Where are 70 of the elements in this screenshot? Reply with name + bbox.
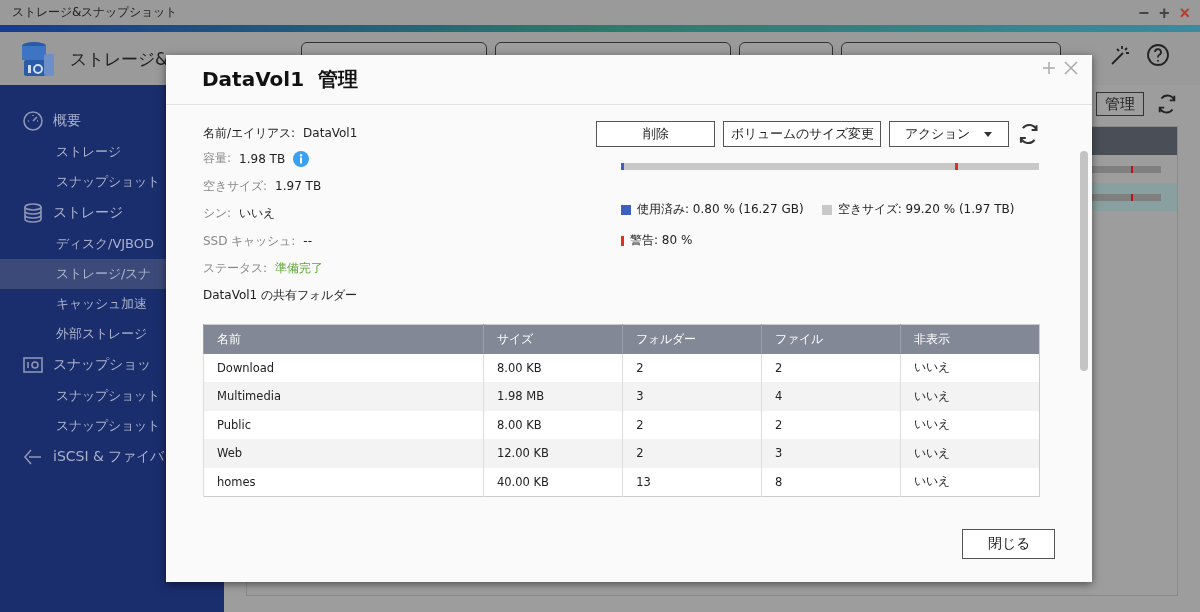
table-cell: 8.00 KB	[483, 353, 623, 382]
table-cell: 8	[761, 467, 901, 497]
table-cell: 2	[761, 353, 901, 382]
table-cell: Download	[203, 353, 484, 382]
dialog-button[interactable]: ボリュームのサイズ変更	[723, 121, 882, 147]
column-header[interactable]: 非表示	[900, 324, 1040, 354]
table-cell: いいえ	[900, 382, 1040, 411]
table-cell: Multimedia	[203, 382, 484, 411]
table-cell: いいえ	[900, 467, 1040, 497]
manage-button[interactable]: 管理	[1096, 92, 1144, 116]
info-value: いいえ	[239, 205, 276, 223]
sidebar-section[interactable]: スナップショッ	[53, 356, 151, 374]
column-header[interactable]: 名前	[203, 324, 484, 354]
camera-icon	[22, 354, 44, 376]
legend-swatch	[621, 235, 624, 246]
legend-text: 空きサイズ: 99.20 % (1.97 TB)	[837, 201, 1015, 218]
info-label: 名前/エイリアス:	[203, 124, 296, 142]
table-cell: いいえ	[900, 353, 1040, 382]
table-cell: 2	[622, 410, 762, 439]
table-cell: 40.00 KB	[483, 467, 623, 497]
legend-text: 使用済み: 0.80 % (16.27 GB)	[637, 201, 804, 218]
dialog-title: DataVol1 管理	[202, 66, 358, 93]
table-cell: 4	[761, 382, 901, 411]
legend-text: 警告: 80 %	[630, 232, 693, 249]
info-label: 容量:	[203, 150, 232, 168]
info-value: 準備完了	[275, 260, 324, 278]
database-icon	[22, 202, 44, 224]
table-cell: いいえ	[900, 410, 1040, 439]
info-value: DataVol1	[303, 126, 358, 140]
sidebar-section[interactable]: iSCSI & ファイバ	[53, 448, 165, 466]
dialog-button[interactable]: 削除	[596, 121, 716, 147]
column-header[interactable]: ファイル	[761, 324, 901, 354]
table-cell: Public	[203, 410, 484, 439]
column-header[interactable]: フォルダー	[622, 324, 762, 354]
sidebar-section[interactable]: ストレージ	[53, 204, 123, 222]
table-cell: 3	[761, 439, 901, 468]
legend-swatch	[821, 204, 832, 215]
minimize-button[interactable]: −	[1138, 3, 1149, 22]
column-header[interactable]: サイズ	[483, 324, 623, 354]
table-cell: 3	[622, 382, 762, 411]
table-cell: いいえ	[900, 439, 1040, 468]
info-label: シン:	[203, 205, 232, 223]
table-cell: Web	[203, 439, 484, 468]
info-icon[interactable]	[293, 150, 310, 167]
table-cell: homes	[203, 467, 484, 497]
table-cell: 2	[622, 353, 762, 382]
table-cell: 8.00 KB	[483, 410, 623, 439]
info-label: ステータス:	[203, 260, 268, 278]
info-label: SSD キャッシュ:	[203, 232, 296, 250]
refresh-icon[interactable]	[1156, 93, 1178, 115]
table-cell: 13	[622, 467, 762, 497]
table-cell: 2	[622, 439, 762, 468]
help-icon[interactable]	[1146, 43, 1170, 67]
scrollbar[interactable]	[1080, 151, 1088, 371]
legend-swatch	[621, 204, 631, 215]
info-value: --	[303, 234, 312, 249]
gauge-icon	[22, 110, 44, 132]
table-cell: 1.98 MB	[483, 382, 623, 411]
section-heading: DataVol1 の共有フォルダー	[203, 286, 358, 304]
info-label: 空きサイズ:	[203, 177, 268, 195]
info-value: 1.98 TB	[239, 151, 286, 166]
sidebar-section[interactable]: 概要	[53, 112, 81, 130]
info-value: 1.97 TB	[275, 179, 322, 194]
table-cell: 2	[761, 410, 901, 439]
table-cell: 12.00 KB	[483, 439, 623, 468]
action-dropdown[interactable]: アクション	[889, 121, 1009, 147]
maximize-button[interactable]: +	[1158, 3, 1170, 22]
window-title: ストレージ&スナップショット	[12, 4, 178, 21]
close-button[interactable]: 閉じる	[962, 529, 1055, 559]
caret-icon	[984, 131, 993, 137]
